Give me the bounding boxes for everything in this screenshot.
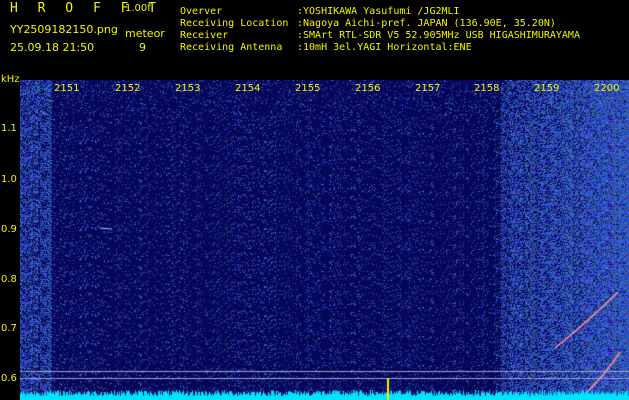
spectrogram-canvas (20, 80, 629, 400)
x-tick: 2156 (355, 83, 381, 94)
x-tick: 2200 (594, 83, 620, 94)
app-version: 1.00f (125, 3, 151, 14)
info-value-receiver: :SMArt RTL-SDR V5 52.905MHz USB HIGASHIM… (297, 30, 580, 41)
hrofft-window: H R O F F T 1.00f YY2509182150.png meteo… (0, 0, 629, 400)
x-tick: 2155 (295, 83, 321, 94)
meteor-label: meteor (125, 27, 165, 40)
x-tick: 2157 (415, 83, 441, 94)
spectrogram (20, 80, 629, 400)
x-tick: 2152 (115, 83, 141, 94)
info-value-location: :Nagoya Aichi-pref. JAPAN (136.90E, 35.2… (297, 18, 556, 29)
x-tick: 2158 (474, 83, 500, 94)
x-tick: 2151 (54, 83, 80, 94)
info-value-observer: :YOSHIKAWA Yasufumi /JG2MLI (297, 6, 460, 17)
y-tick: 0.6 (1, 373, 17, 384)
capture-datetime: 25.09.18 21:50 (10, 41, 95, 54)
y-tick: 1.1 (1, 123, 17, 134)
x-tick: 2159 (534, 83, 560, 94)
info-key-location: Receiving Location (180, 18, 289, 29)
y-axis-unit: kHz (1, 74, 20, 85)
x-tick: 2154 (235, 83, 261, 94)
file-name: YY2509182150.png (10, 23, 118, 36)
x-tick: 2153 (175, 83, 201, 94)
meteor-count: 9 (139, 41, 146, 54)
info-key-antenna: Receiving Antenna (180, 42, 283, 53)
y-tick: 1.0 (1, 174, 17, 185)
info-key-receiver: Receiver (180, 30, 229, 41)
info-key-observer: Overver (180, 6, 223, 17)
info-value-antenna: :10mH 3el.YAGI Horizontal:ENE (297, 42, 472, 53)
y-tick: 0.8 (1, 274, 17, 285)
y-tick: 0.7 (1, 323, 17, 334)
y-tick: 0.9 (1, 224, 17, 235)
